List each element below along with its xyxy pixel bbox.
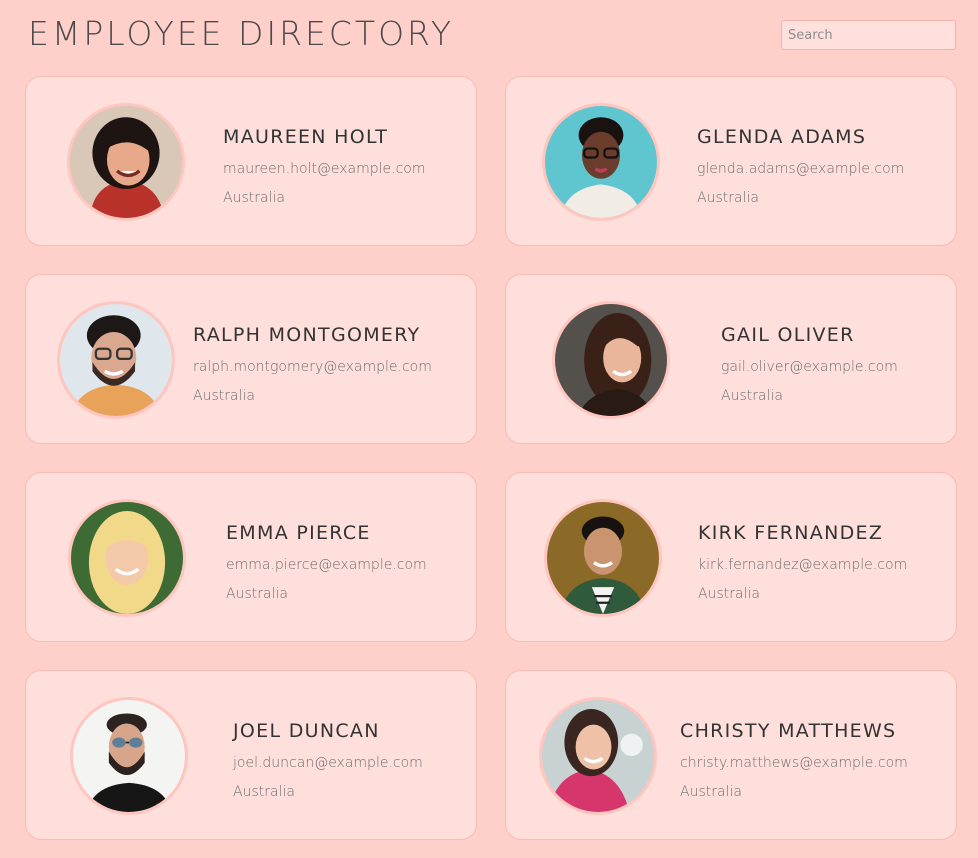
- employee-avatar: [67, 103, 185, 221]
- employee-name: KIRK FERNANDEZ: [698, 522, 884, 544]
- employee-email: maureen.holt@example.com: [223, 161, 426, 177]
- employee-name: JOEL DUNCAN: [233, 720, 380, 742]
- employee-info: RALPH MONTGOMERY ralph.montgomery@exampl…: [193, 324, 432, 405]
- employee-avatar: [539, 697, 657, 815]
- employee-name: MAUREEN HOLT: [223, 126, 389, 148]
- employee-card[interactable]: KIRK FERNANDEZ kirk.fernandez@example.co…: [505, 472, 957, 642]
- employee-avatar: [552, 301, 670, 419]
- avatar-photo-icon: [73, 700, 185, 812]
- employee-info: EMMA PIERCE emma.pierce@example.com Aust…: [226, 522, 427, 603]
- header: EMPLOYEE DIRECTORY: [0, 0, 978, 72]
- employee-location: Australia: [697, 190, 759, 206]
- employee-card[interactable]: RALPH MONTGOMERY ralph.montgomery@exampl…: [25, 274, 477, 444]
- employee-avatar: [542, 103, 660, 221]
- employee-name: CHRISTY MATTHEWS: [680, 720, 897, 742]
- avatar-photo-icon: [555, 304, 667, 416]
- employee-email: christy.matthews@example.com: [680, 755, 908, 771]
- employee-name: GAIL OLIVER: [721, 324, 855, 346]
- page-title: EMPLOYEE DIRECTORY: [28, 14, 455, 53]
- employee-card[interactable]: MAUREEN HOLT maureen.holt@example.com Au…: [25, 76, 477, 246]
- employee-location: Australia: [680, 784, 742, 800]
- employee-avatar: [70, 697, 188, 815]
- employee-location: Australia: [226, 586, 288, 602]
- employee-location: Australia: [698, 586, 760, 602]
- employee-avatar: [68, 499, 186, 617]
- employee-email: ralph.montgomery@example.com: [193, 359, 432, 375]
- employee-email: glenda.adams@example.com: [697, 161, 905, 177]
- employee-avatar: [57, 301, 175, 419]
- employee-info: MAUREEN HOLT maureen.holt@example.com Au…: [223, 126, 426, 207]
- avatar-photo-icon: [545, 106, 657, 218]
- employee-email: kirk.fernandez@example.com: [698, 557, 908, 573]
- avatar-photo-icon: [70, 106, 182, 218]
- employee-location: Australia: [223, 190, 285, 206]
- employee-info: GLENDA ADAMS glenda.adams@example.com Au…: [697, 126, 904, 207]
- employee-info: KIRK FERNANDEZ kirk.fernandez@example.co…: [698, 522, 907, 603]
- employee-name: RALPH MONTGOMERY: [193, 324, 421, 346]
- avatar-photo-icon: [542, 700, 654, 812]
- employee-info: JOEL DUNCAN joel.duncan@example.com Aust…: [233, 720, 423, 801]
- employee-info: CHRISTY MATTHEWS christy.matthews@exampl…: [680, 720, 908, 801]
- avatar-photo-icon: [60, 304, 172, 416]
- employee-location: Australia: [193, 388, 255, 404]
- employee-name: GLENDA ADAMS: [697, 126, 867, 148]
- employee-name: EMMA PIERCE: [226, 522, 371, 544]
- employee-card[interactable]: GLENDA ADAMS glenda.adams@example.com Au…: [505, 76, 957, 246]
- avatar-photo-icon: [71, 502, 183, 614]
- employee-location: Australia: [233, 784, 295, 800]
- employee-card[interactable]: EMMA PIERCE emma.pierce@example.com Aust…: [25, 472, 477, 642]
- avatar-photo-icon: [547, 502, 659, 614]
- employee-email: emma.pierce@example.com: [226, 557, 427, 573]
- employee-email: joel.duncan@example.com: [233, 755, 423, 771]
- employee-card[interactable]: GAIL OLIVER gail.oliver@example.com Aust…: [505, 274, 957, 444]
- employee-location: Australia: [721, 388, 783, 404]
- employee-info: GAIL OLIVER gail.oliver@example.com Aust…: [721, 324, 898, 405]
- employee-card[interactable]: CHRISTY MATTHEWS christy.matthews@exampl…: [505, 670, 957, 840]
- employee-avatar: [544, 499, 662, 617]
- search-input[interactable]: [781, 20, 956, 50]
- employee-card[interactable]: JOEL DUNCAN joel.duncan@example.com Aust…: [25, 670, 477, 840]
- employee-email: gail.oliver@example.com: [721, 359, 898, 375]
